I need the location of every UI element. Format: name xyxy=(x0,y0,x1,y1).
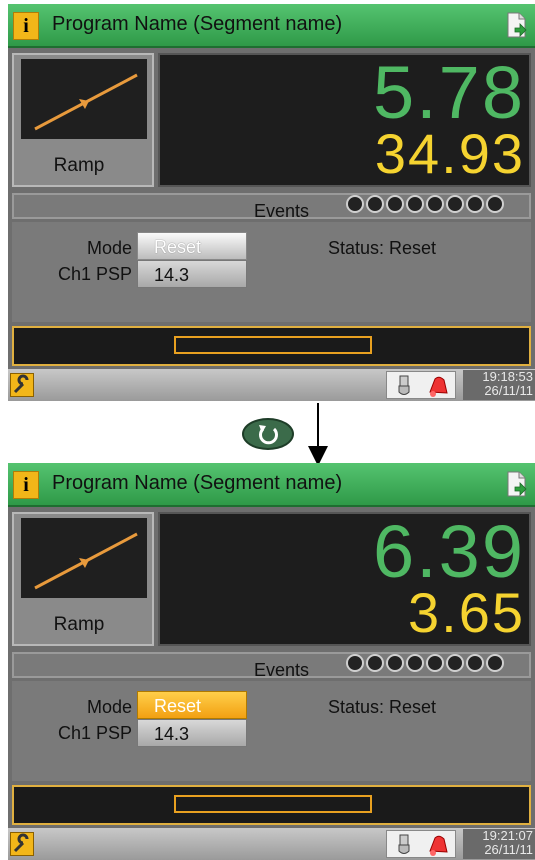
clock-date: 26/11/11 xyxy=(484,842,533,857)
event-indicator xyxy=(426,195,444,213)
psp-label: Ch1 PSP xyxy=(57,723,132,743)
clock-time: 19:18:53 xyxy=(482,369,533,384)
mode-button[interactable]: Reset xyxy=(137,691,247,719)
status-bar: 19:18:53 26/11/11 xyxy=(8,369,535,401)
info-icon[interactable]: i xyxy=(13,471,39,499)
document-export-icon[interactable] xyxy=(507,471,527,497)
ramp-graph-icon xyxy=(21,59,147,139)
tray-area xyxy=(386,830,456,858)
event-indicators xyxy=(346,654,506,672)
program-progress-bar xyxy=(12,785,531,825)
status-text: Status: Reset xyxy=(328,238,437,258)
ramp-graph-icon xyxy=(21,518,147,598)
events-label: Events xyxy=(254,201,310,221)
usb-icon[interactable] xyxy=(397,834,411,856)
bottom-screen: i Program Name (Segment name) Ramp 6.39 … xyxy=(8,463,535,860)
event-indicator xyxy=(486,195,504,213)
page-title: Program Name (Segment name) xyxy=(52,472,343,494)
event-indicator xyxy=(466,195,484,213)
event-indicator xyxy=(366,195,384,213)
event-indicators xyxy=(346,195,506,213)
event-indicator xyxy=(486,654,504,672)
top-screen: i Program Name (Segment name) Ramp 5.78 … xyxy=(8,4,535,401)
alarm-bell-icon[interactable] xyxy=(425,373,451,399)
segment-type-label: Ramp xyxy=(53,614,105,635)
document-export-icon[interactable] xyxy=(507,12,527,38)
page-title: Program Name (Segment name) xyxy=(52,13,343,35)
progress-segment-marker xyxy=(174,795,372,813)
event-indicator xyxy=(406,654,424,672)
events-label: Events xyxy=(254,660,310,680)
psp-field[interactable]: 14.3 xyxy=(137,260,247,288)
mode-label: Mode xyxy=(86,697,132,717)
info-icon[interactable]: i xyxy=(13,12,39,40)
event-indicator xyxy=(346,654,364,672)
control-panel: Mode Reset Ch1 PSP 14.3 Status: Reset xyxy=(12,222,531,322)
value-panel: 6.39 3.65 xyxy=(158,510,531,646)
wrench-icon-glyph xyxy=(13,833,29,853)
wrench-icon[interactable] xyxy=(10,373,34,397)
control-panel: Mode Reset Ch1 PSP 14.3 Status: Reset xyxy=(12,681,531,781)
event-indicator xyxy=(366,654,384,672)
psp-label: Ch1 PSP xyxy=(57,264,132,284)
setpoint-value: 3.65 xyxy=(408,581,525,644)
alarm-bell-icon[interactable] xyxy=(425,832,451,858)
event-indicator xyxy=(406,195,424,213)
refresh-icon xyxy=(242,418,294,450)
events-bar: Events xyxy=(12,652,531,680)
value-panel: 5.78 34.93 xyxy=(158,51,531,187)
event-indicator xyxy=(466,654,484,672)
segment-panel[interactable]: Ramp xyxy=(12,53,154,187)
event-indicator xyxy=(386,195,404,213)
program-progress-bar xyxy=(12,326,531,366)
wrench-icon[interactable] xyxy=(10,832,34,856)
events-bar: Events xyxy=(12,193,531,221)
status-text: Status: Reset xyxy=(328,697,437,717)
mode-button[interactable]: Reset xyxy=(137,232,247,260)
tray-area xyxy=(386,371,456,399)
mode-label: Mode xyxy=(86,238,132,258)
event-indicator xyxy=(346,195,364,213)
wrench-icon-glyph xyxy=(13,374,29,394)
title-bar: i Program Name (Segment name) xyxy=(8,4,535,48)
usb-icon[interactable] xyxy=(397,375,411,397)
event-indicator xyxy=(426,654,444,672)
event-indicator xyxy=(446,654,464,672)
psp-field[interactable]: 14.3 xyxy=(137,719,247,747)
progress-segment-marker xyxy=(174,336,372,354)
event-indicator xyxy=(386,654,404,672)
clock-date: 26/11/11 xyxy=(484,383,533,398)
status-bar: 19:21:07 26/11/11 xyxy=(8,828,535,860)
title-bar: i Program Name (Segment name) xyxy=(8,463,535,507)
segment-type-label: Ramp xyxy=(53,155,105,176)
setpoint-value: 34.93 xyxy=(374,122,525,185)
clock: 19:21:07 26/11/11 xyxy=(463,829,535,859)
event-indicator xyxy=(446,195,464,213)
segment-panel[interactable]: Ramp xyxy=(12,512,154,646)
clock-time: 19:21:07 xyxy=(482,828,533,843)
clock: 19:18:53 26/11/11 xyxy=(463,370,535,400)
refresh-arrow-glyph xyxy=(259,425,278,445)
